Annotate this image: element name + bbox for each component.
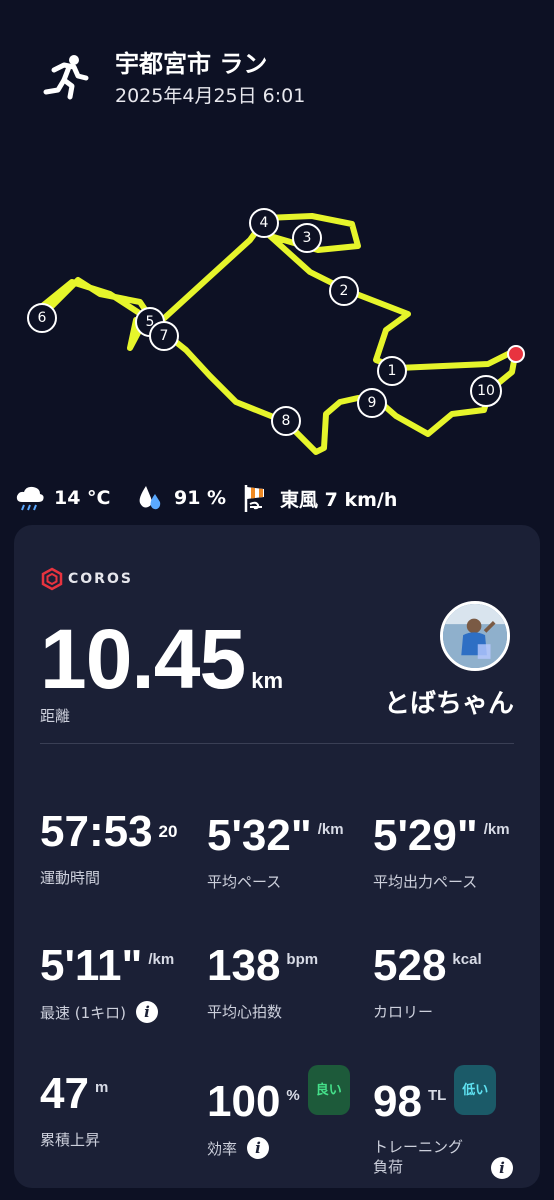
stat-efficiency-value: 100 xyxy=(207,1077,281,1126)
svg-text:8: 8 xyxy=(282,413,291,429)
distance-value: 10.45 km xyxy=(40,617,283,701)
stat-avg-power-pace-value: 5'29" xyxy=(373,811,478,860)
brand-name: COROS xyxy=(68,571,133,587)
stat-efficiency: 100% 良い 効率 i xyxy=(207,1065,367,1159)
activity-summary-card: COROS 10.45 km 距離 とばちゃん 57:53 20 運動時間 5'32… xyxy=(14,525,540,1188)
km-marker-1: 1 xyxy=(377,356,407,386)
weather-humidity: 91 % xyxy=(134,482,226,514)
stat-elevation-gain-value: 47 xyxy=(40,1069,89,1118)
svg-text:2: 2 xyxy=(340,283,349,299)
distance-unit: km xyxy=(251,668,284,693)
humidity-value: 91 % xyxy=(174,487,227,509)
stat-efficiency-unit: % xyxy=(286,1087,300,1104)
stat-fastest-km-label: 最速 (1キロ) xyxy=(40,1003,127,1022)
stat-calories-value: 528 xyxy=(373,941,447,990)
km-marker-6: 6 xyxy=(27,303,57,333)
info-icon[interactable]: i xyxy=(491,1157,513,1179)
route-map[interactable]: 1 2 3 4 5 6 7 8 9 10 xyxy=(0,190,554,470)
stat-elevation-gain-unit: m xyxy=(94,1079,109,1096)
stat-training-load-unit: TL xyxy=(427,1087,447,1104)
distance-label: 距離 xyxy=(40,707,71,725)
svg-text:7: 7 xyxy=(160,328,169,344)
moving-time-hundredths: 20 xyxy=(158,822,178,841)
stat-avg-pace: 5'32" /km 平均ペース xyxy=(207,807,367,892)
stat-avg-heart-rate-unit: bpm xyxy=(286,951,319,968)
stat-avg-pace-unit: /km xyxy=(317,821,344,838)
km-marker-10: 10 xyxy=(470,375,502,407)
avatar[interactable] xyxy=(440,601,510,671)
activity-title: 宇都宮市 ラン xyxy=(115,50,268,78)
distance-number: 10.45 xyxy=(40,612,246,706)
stat-avg-heart-rate-value: 138 xyxy=(207,941,281,990)
stat-moving-time: 57:53 20 運動時間 xyxy=(40,807,200,888)
weather-temperature: 14 °C xyxy=(14,482,111,514)
temperature-value: 14 °C xyxy=(54,487,111,509)
stat-calories-label: カロリー xyxy=(373,1003,434,1021)
stat-moving-time-label: 運動時間 xyxy=(40,869,101,887)
svg-text:4: 4 xyxy=(260,215,269,231)
user-name: とばちゃん xyxy=(383,689,514,719)
km-marker-3: 3 xyxy=(292,223,322,253)
avatar-image xyxy=(443,604,507,668)
stat-avg-power-pace: 5'29" /km 平均出力ペース xyxy=(373,807,533,892)
efficiency-badge: 良い xyxy=(307,1065,350,1115)
training-load-badge: 低い xyxy=(454,1065,497,1115)
weather-wind: 東風 7 km/h xyxy=(240,482,397,514)
info-icon[interactable]: i xyxy=(136,1001,159,1023)
stat-fastest-km: 5'11" /km 最速 (1キロ) i xyxy=(40,937,200,1023)
stat-avg-heart-rate-label: 平均心拍数 xyxy=(207,1003,283,1021)
stat-fastest-km-value: 5'11" xyxy=(40,941,143,990)
water-drops-icon xyxy=(139,486,161,510)
svg-text:10: 10 xyxy=(477,383,495,399)
rain-cloud-icon xyxy=(16,486,44,511)
stat-training-load: 98 TL 低い トレーニング 負荷 i xyxy=(373,1065,523,1179)
stat-training-load-label: トレーニング xyxy=(373,1138,464,1156)
svg-text:3: 3 xyxy=(303,230,312,246)
brand-logo: COROS xyxy=(40,567,133,591)
km-marker-9: 9 xyxy=(357,388,387,418)
divider xyxy=(40,743,514,744)
header: 宇都宮市 ラン 2025年4月25日 6:01 xyxy=(0,0,554,130)
stat-avg-pace-value: 5'32" xyxy=(207,811,312,860)
stat-avg-power-pace-unit: /km xyxy=(483,821,510,838)
stat-efficiency-label: 効率 xyxy=(207,1139,238,1158)
km-marker-2: 2 xyxy=(329,276,359,306)
route-map-svg: 1 2 3 4 5 6 7 8 9 10 xyxy=(27,208,525,455)
running-person-icon xyxy=(40,52,92,100)
stat-calories: 528 kcal カロリー xyxy=(373,937,533,1022)
svg-text:6: 6 xyxy=(38,310,47,326)
stat-elevation-gain: 47 m 累積上昇 xyxy=(40,1065,200,1150)
coros-logo-icon xyxy=(41,567,63,591)
stat-elevation-gain-label: 累積上昇 xyxy=(40,1131,101,1149)
stat-avg-pace-label: 平均ペース xyxy=(207,873,282,891)
route-end-marker xyxy=(507,345,525,363)
stat-calories-unit: kcal xyxy=(452,951,482,968)
info-icon[interactable]: i xyxy=(247,1137,270,1159)
stat-avg-heart-rate: 138 bpm 平均心拍数 xyxy=(207,937,367,1022)
windsock-icon xyxy=(244,485,264,512)
km-marker-8: 8 xyxy=(271,406,301,436)
stat-fastest-km-unit: /km xyxy=(148,951,175,968)
wind-value: 東風 7 km/h xyxy=(280,488,398,511)
svg-text:9: 9 xyxy=(368,395,377,411)
svg-text:1: 1 xyxy=(388,363,397,379)
stat-moving-time-value: 57:53 xyxy=(40,807,153,856)
stat-training-load-value: 98 xyxy=(373,1077,422,1126)
weather-row: 14 °C 91 % 東風 7 km/h xyxy=(14,480,544,516)
km-marker-7: 7 xyxy=(149,321,179,351)
activity-datetime: 2025年4月25日 6:01 xyxy=(115,85,306,107)
stat-avg-power-pace-label: 平均出力ペース xyxy=(373,873,478,891)
km-marker-4: 4 xyxy=(249,208,279,238)
